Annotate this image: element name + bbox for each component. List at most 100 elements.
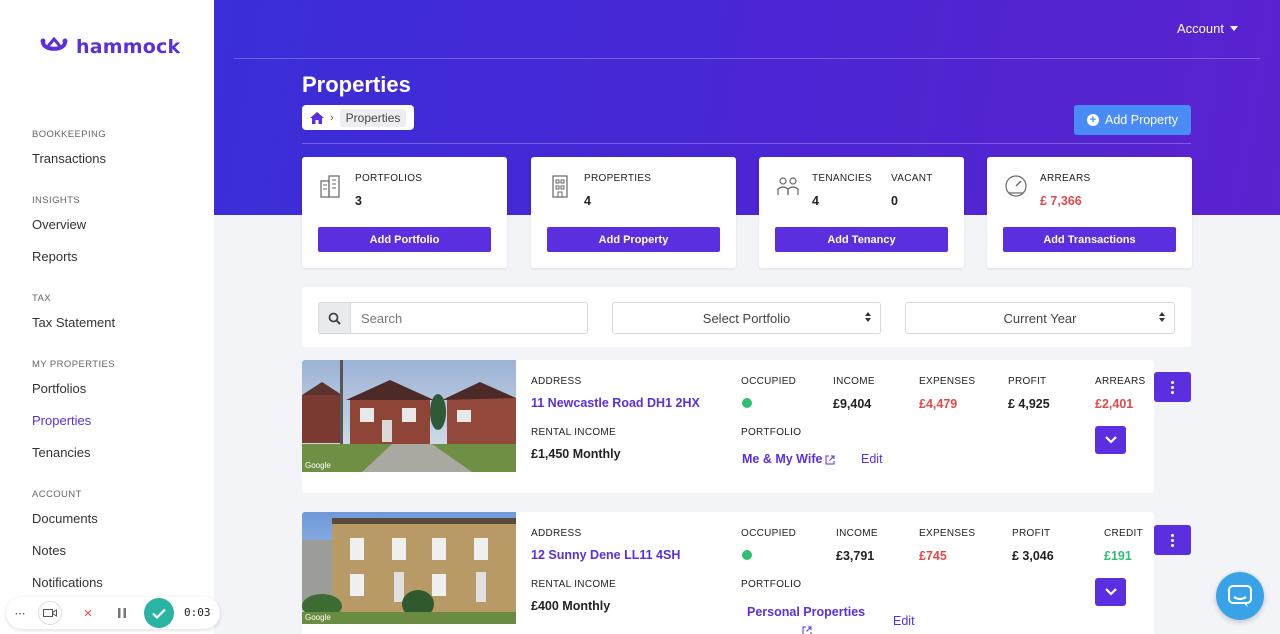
year-select[interactable]: Current Year: [905, 302, 1175, 334]
nav-section-tax: TAX: [32, 293, 51, 304]
portfolio-link[interactable]: Personal Properties: [747, 605, 865, 619]
expenses-value: £4,479: [919, 397, 958, 411]
address-label: ADDRESS: [531, 376, 582, 387]
account-menu[interactable]: Account: [1177, 21, 1238, 36]
sidebar-item-transactions[interactable]: Transactions: [32, 151, 106, 166]
filter-bar: Select Portfolio Current Year: [302, 287, 1191, 347]
search-input[interactable]: [351, 302, 588, 334]
more-options-button[interactable]: [1154, 372, 1191, 402]
nav-section-my-properties: MY PROPERTIES: [32, 359, 115, 370]
sidebar-item-portfolios[interactable]: Portfolios: [32, 381, 86, 396]
expenses-label: EXPENSES: [919, 376, 976, 387]
income-value: £3,791: [836, 549, 875, 563]
stat-value: 4: [584, 194, 591, 208]
rental-income-label: RENTAL INCOME: [531, 427, 617, 438]
property-address-link[interactable]: 12 Sunny Dene LL11 4SH: [531, 548, 680, 562]
buildings-icon: [320, 175, 340, 198]
arrears-label: ARREARS: [1095, 376, 1146, 387]
stat-label: PROPERTIES: [584, 173, 652, 184]
profit-value: £ 4,925: [1008, 397, 1050, 411]
sidebar-item-tenancies[interactable]: Tenancies: [32, 445, 91, 460]
close-icon[interactable]: ×: [76, 601, 100, 625]
more-options-button[interactable]: [1154, 525, 1191, 555]
camera-icon[interactable]: [38, 601, 62, 625]
arrears-value: £2,401: [1095, 397, 1134, 411]
plus-circle-icon: +: [1087, 114, 1100, 126]
income-value: £9,404: [833, 397, 872, 411]
search-button[interactable]: [318, 302, 351, 334]
kebab-icon: [1171, 533, 1174, 547]
title-divider: [302, 143, 1191, 144]
occupied-status-dot: [742, 550, 752, 560]
support-chat-button[interactable]: [1216, 572, 1264, 620]
pause-icon[interactable]: [110, 601, 134, 625]
property-photo[interactable]: Google: [302, 360, 516, 472]
expand-button[interactable]: [1095, 426, 1126, 454]
portfolio-link[interactable]: Me & My Wife: [742, 452, 835, 466]
breadcrumb: › Properties: [302, 105, 415, 130]
sidebar-item-documents[interactable]: Documents: [32, 511, 98, 526]
building-icon: [552, 175, 568, 198]
edit-portfolio-link[interactable]: Edit: [893, 614, 915, 628]
external-link-icon[interactable]: [802, 626, 812, 634]
portfolio-name: Me & My Wife: [742, 452, 823, 466]
more-options-icon[interactable]: ⋯: [8, 601, 32, 625]
income-label: INCOME: [833, 376, 875, 387]
check-icon[interactable]: [144, 598, 174, 628]
header-divider: [234, 58, 1260, 59]
nav-section-bookkeeping: BOOKKEEPING: [32, 129, 107, 140]
sidebar-item-reports[interactable]: Reports: [32, 249, 78, 264]
occupied-label: OCCUPIED: [741, 528, 797, 539]
add-property-button[interactable]: + Add Property: [1074, 105, 1191, 135]
stat-card-portfolios: PORTFOLIOS 3 Add Portfolio: [302, 157, 507, 268]
expenses-value: £745: [919, 549, 947, 563]
profit-label: PROFIT: [1008, 376, 1047, 387]
chevron-down-icon: [1104, 436, 1117, 444]
sidebar-item-tax-statement[interactable]: Tax Statement: [32, 315, 115, 330]
vacant-value: 0: [891, 194, 898, 208]
stat-card-arrears: ARREARS £ 7,366 Add Transactions: [987, 157, 1192, 268]
logo[interactable]: hammock: [40, 36, 180, 58]
select-arrows-icon: [865, 312, 871, 322]
sidebar: hammock BOOKKEEPING Transactions INSIGHT…: [0, 0, 214, 634]
search-group: [318, 302, 588, 334]
vacant-label: VACANT: [891, 173, 933, 184]
rental-income-label: RENTAL INCOME: [531, 579, 617, 590]
add-portfolio-button[interactable]: Add Portfolio: [318, 227, 491, 252]
caret-down-icon: [1229, 26, 1238, 31]
portfolio-label: PORTFOLIO: [741, 427, 802, 438]
portfolio-label: PORTFOLIO: [741, 579, 802, 590]
stat-card-tenancies: TENANCIES 4 VACANT 0 Add Tenancy: [759, 157, 964, 268]
portfolio-select[interactable]: Select Portfolio: [612, 302, 881, 334]
logo-text: hammock: [76, 36, 181, 58]
expenses-label: EXPENSES: [919, 528, 976, 539]
property-photo[interactable]: Google: [302, 512, 516, 624]
add-property-card-button[interactable]: Add Property: [547, 227, 720, 252]
profit-value: £ 3,046: [1012, 549, 1054, 563]
sidebar-item-properties[interactable]: Properties: [32, 413, 91, 428]
year-select-value: Current Year: [1003, 310, 1077, 326]
stat-card-properties: PROPERTIES 4 Add Property: [531, 157, 736, 268]
nav-section-account: ACCOUNT: [32, 489, 82, 500]
sidebar-item-notifications[interactable]: Notifications: [32, 575, 103, 590]
sidebar-item-notes[interactable]: Notes: [32, 543, 66, 558]
stat-value: £ 7,366: [1040, 194, 1082, 208]
chevron-right-icon: ›: [330, 111, 334, 124]
gauge-icon: [1005, 175, 1027, 197]
credit-label: CREDIT: [1104, 528, 1144, 539]
property-card: Google ADDRESS 11 Newcastle Road DH1 2HX…: [302, 360, 1154, 493]
chat-icon: [1228, 585, 1252, 607]
stat-label: ARREARS: [1040, 173, 1091, 184]
svg-text:Google: Google: [305, 613, 331, 622]
add-transactions-button[interactable]: Add Transactions: [1003, 227, 1176, 252]
page-title: Properties: [302, 72, 411, 97]
property-address-link[interactable]: 11 Newcastle Road DH1 2HX: [531, 396, 700, 410]
select-arrows-icon: [1159, 312, 1165, 322]
home-icon[interactable]: [310, 111, 324, 124]
hammock-logo-icon: [40, 37, 68, 51]
stat-value: 4: [812, 194, 819, 208]
add-tenancy-button[interactable]: Add Tenancy: [775, 227, 948, 252]
sidebar-item-overview[interactable]: Overview: [32, 217, 86, 232]
edit-portfolio-link[interactable]: Edit: [861, 452, 883, 466]
expand-button[interactable]: [1095, 578, 1126, 606]
